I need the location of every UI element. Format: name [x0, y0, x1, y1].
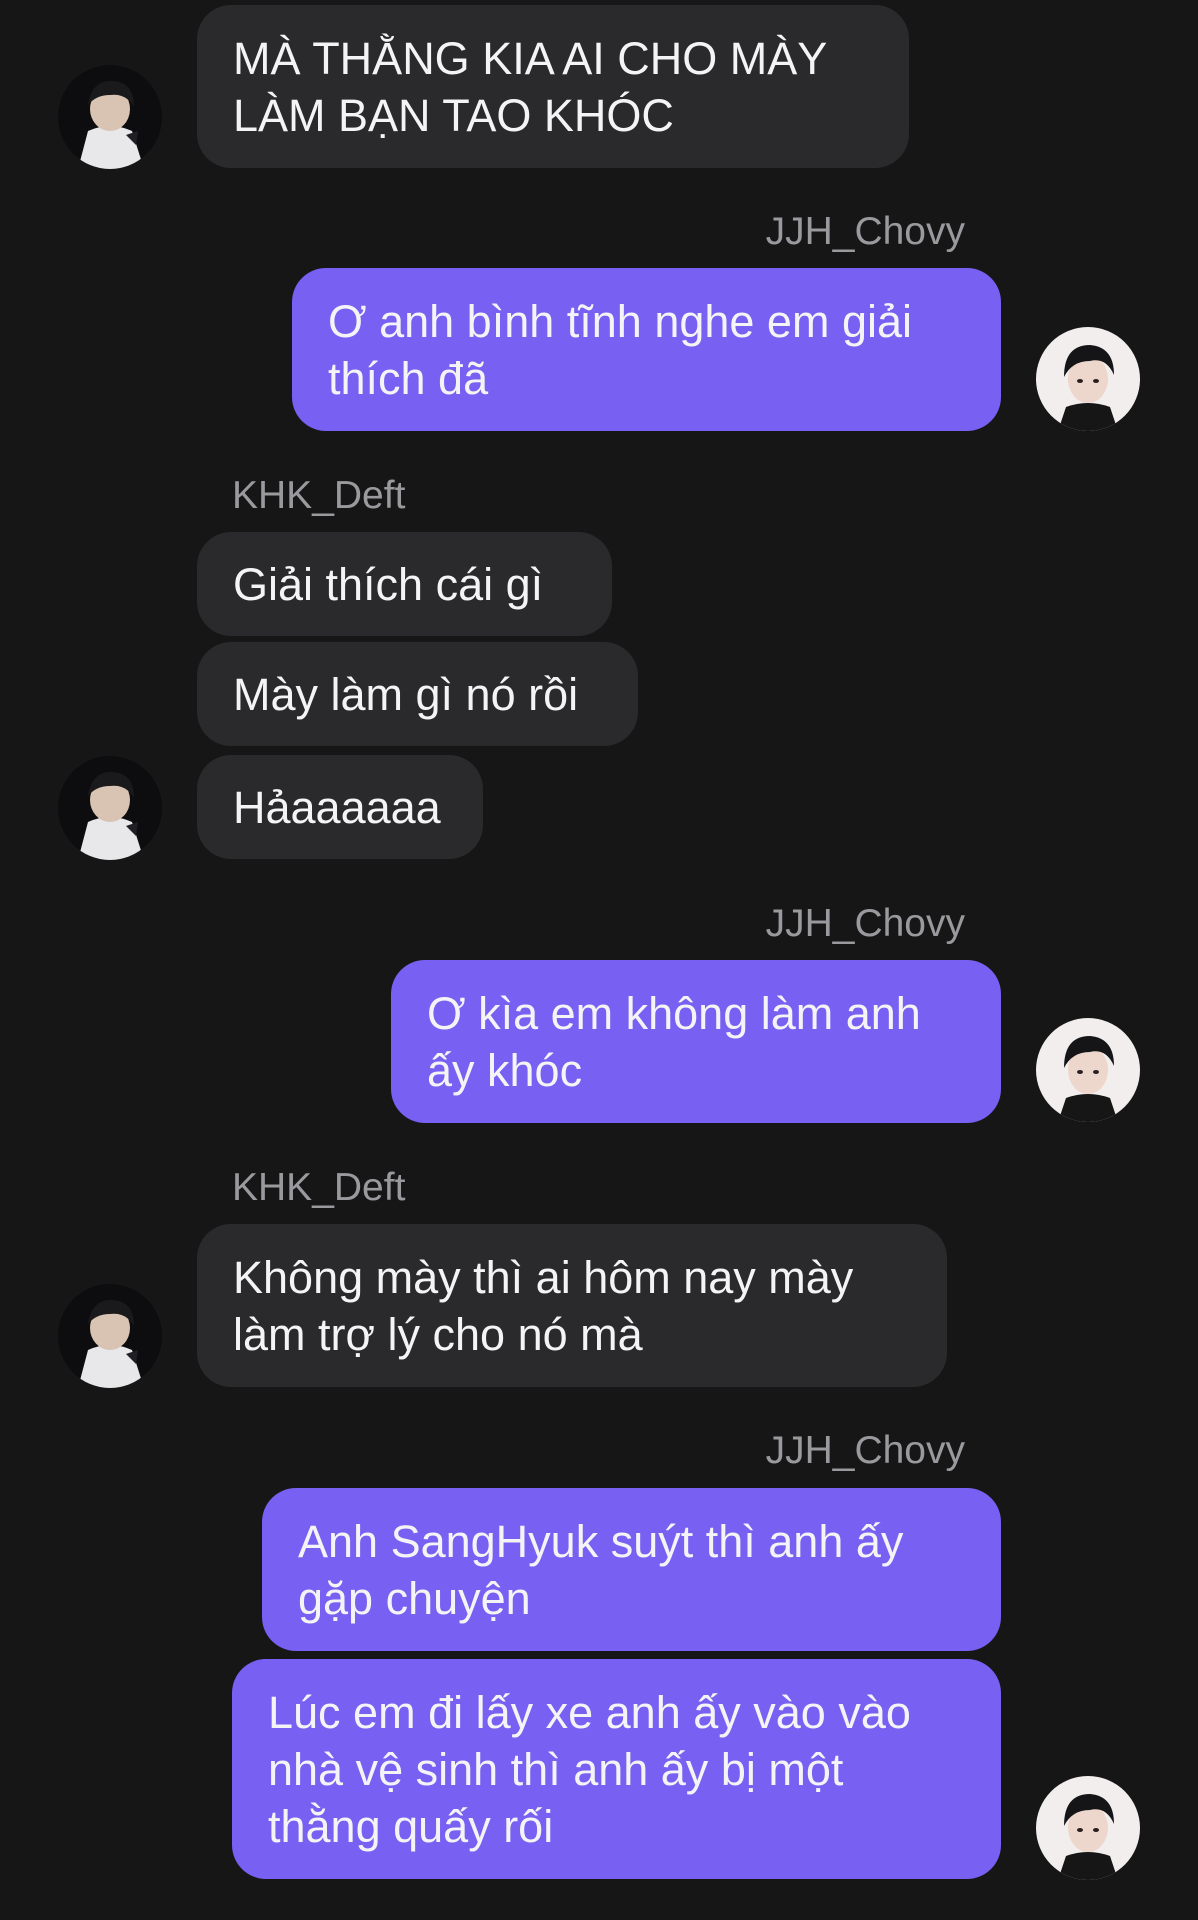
message-text: Giải thích cái gì: [233, 558, 544, 610]
sender-label: JJH_Chovy: [765, 210, 965, 253]
message-bubble-incoming[interactable]: Hảaaaaaa: [197, 755, 483, 859]
message-text: Ơ kìa em không làm anh ấy khóc: [427, 987, 921, 1096]
message-text: Lúc em đi lấy xe anh ấy vào vào nhà vệ s…: [268, 1686, 911, 1852]
chat-thread: MÀ THẰNG KIA AI CHO MÀY LÀM BẠN TAO KHÓC…: [0, 0, 1198, 1920]
sender-label: KHK_Deft: [232, 474, 406, 517]
message-text: Anh SangHyuk suýt thì anh ấy gặp chuyện: [298, 1515, 904, 1624]
avatar-khk-deft[interactable]: [58, 756, 162, 860]
message-bubble-outgoing[interactable]: Ơ kìa em không làm anh ấy khóc: [391, 960, 1001, 1123]
avatar-jjh-chovy[interactable]: [1036, 327, 1140, 431]
avatar-jjh-chovy[interactable]: [1036, 1776, 1140, 1880]
message-bubble-incoming[interactable]: Giải thích cái gì: [197, 532, 612, 636]
message-bubble-outgoing[interactable]: Ơ anh bình tĩnh nghe em giải thích đã: [292, 268, 1001, 431]
message-text: Ơ anh bình tĩnh nghe em giải thích đã: [328, 295, 912, 404]
message-bubble-outgoing[interactable]: Anh SangHyuk suýt thì anh ấy gặp chuyện: [262, 1488, 1001, 1651]
message-bubble-incoming[interactable]: Mày làm gì nó rồi: [197, 642, 638, 746]
message-text: Hảaaaaaa: [233, 781, 441, 833]
avatar-khk-deft[interactable]: [58, 65, 162, 169]
sender-label: JJH_Chovy: [765, 1429, 965, 1472]
sender-label: KHK_Deft: [232, 1166, 406, 1209]
message-bubble-incoming[interactable]: Không mày thì ai hôm nay mày làm trợ lý …: [197, 1224, 947, 1387]
message-bubble-incoming[interactable]: MÀ THẰNG KIA AI CHO MÀY LÀM BẠN TAO KHÓC: [197, 5, 909, 168]
message-text: Mày làm gì nó rồi: [233, 668, 579, 720]
avatar-jjh-chovy[interactable]: [1036, 1018, 1140, 1122]
message-text: MÀ THẰNG KIA AI CHO MÀY LÀM BẠN TAO KHÓC: [233, 32, 827, 141]
sender-label: JJH_Chovy: [765, 902, 965, 945]
message-text: Không mày thì ai hôm nay mày làm trợ lý …: [233, 1251, 854, 1360]
avatar-khk-deft[interactable]: [58, 1284, 162, 1388]
message-bubble-outgoing[interactable]: Lúc em đi lấy xe anh ấy vào vào nhà vệ s…: [232, 1659, 1001, 1879]
